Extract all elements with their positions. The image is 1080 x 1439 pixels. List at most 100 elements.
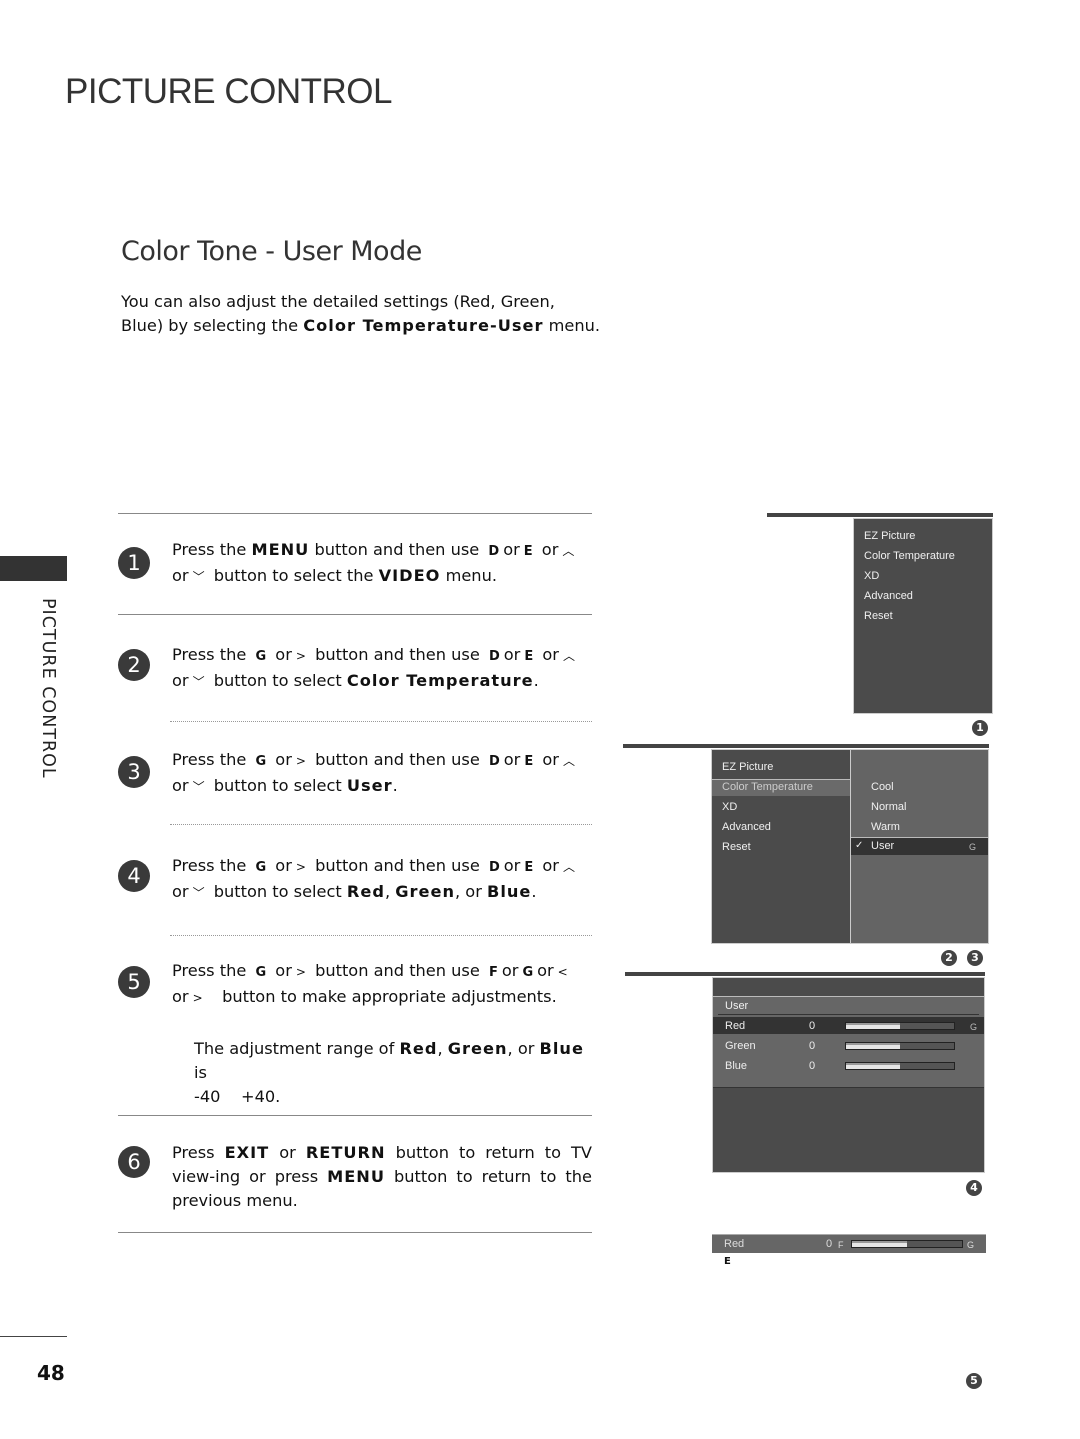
page-title: PICTURE CONTROL	[65, 72, 392, 111]
menu-item-reset[interactable]: Reset	[722, 841, 751, 853]
channel-value: 0	[809, 1020, 816, 1032]
menu-item-xd[interactable]: XD	[722, 801, 737, 813]
menu-item-color-temperature[interactable]: Color Temperature	[864, 550, 955, 562]
step-number-badge: 4	[118, 860, 150, 892]
step-number-badge: 2	[118, 649, 150, 681]
caret-up-icon: ︿	[562, 544, 575, 558]
step-number-badge: 1	[118, 547, 150, 579]
menu-item-color-temperature[interactable]: Color Temperature	[722, 781, 813, 793]
step-text: Press the G or > button and then use Dor E…	[172, 856, 575, 901]
menu-item-advanced[interactable]: Advanced	[864, 590, 913, 602]
video-menu-panel: EZ Picture Color Temperature XD Advanced…	[853, 518, 993, 714]
dotted-divider	[170, 721, 592, 722]
step-text: Press the G or > button and then use Dor E…	[172, 645, 575, 690]
caret-right-icon: >	[192, 991, 203, 1005]
screen-badge-3: 3	[967, 950, 983, 966]
divider	[118, 614, 592, 615]
option-user-label: User	[871, 840, 895, 852]
screen-badge-4: 4	[966, 1180, 982, 1196]
channel-slider[interactable]	[845, 1062, 955, 1070]
caret-up-icon: ︿	[562, 649, 575, 663]
channel-value: 0	[809, 1060, 816, 1072]
right-key-icon: G	[255, 965, 267, 980]
channel-row-blue[interactable]: Blue 0	[713, 1057, 984, 1074]
channel-label: Blue	[725, 1060, 748, 1072]
channel-label: Red	[725, 1020, 746, 1032]
step-text: Press the MENU button and then use Dor E …	[172, 540, 575, 585]
video-menu-panel: EZ Picture Color Temperature XD Advanced…	[711, 749, 851, 944]
caret-down-icon: ﹀	[192, 570, 205, 584]
up-key-icon: D	[488, 860, 500, 875]
adjust-slider[interactable]	[851, 1240, 963, 1248]
menu-item-ez-picture[interactable]: EZ Picture	[722, 761, 773, 773]
option-user[interactable]: ✓ User G	[851, 837, 988, 855]
adjust-value: 0	[826, 1238, 833, 1250]
osd-screen-2: EZ Picture Color Temperature XD Advanced…	[623, 744, 989, 944]
option-warm[interactable]: Warm	[871, 821, 900, 833]
left-key-icon: F	[488, 965, 498, 980]
caret-right-icon: >	[295, 754, 306, 768]
step-text: Press the G or > button and then use For G…	[172, 961, 568, 1006]
step-number-badge: 6	[118, 1146, 150, 1178]
caret-left-icon: <	[557, 965, 568, 979]
right-key-icon: G	[970, 1022, 978, 1032]
footer-divider	[0, 1336, 67, 1337]
right-key-icon: G	[255, 860, 267, 875]
up-key-icon: D	[488, 544, 500, 559]
adjust-label: Red	[724, 1238, 745, 1250]
left-key-icon: F	[838, 1240, 844, 1250]
menu-item-ez-picture[interactable]: EZ Picture	[864, 530, 915, 542]
intro-text-end: menu.	[543, 316, 601, 335]
down-key-icon: E	[524, 649, 534, 664]
up-key-icon: D	[488, 754, 500, 769]
step-text: Press EXIT or RETURN button to return to…	[172, 1143, 592, 1210]
down-key-icon: E	[523, 544, 533, 559]
osd-screen-1: EZ Picture Color Temperature XD Advanced…	[767, 513, 993, 714]
step-number-badge: 3	[118, 756, 150, 788]
option-cool[interactable]: Cool	[871, 781, 894, 793]
channel-row-red[interactable]: Red 0 G	[713, 1017, 984, 1034]
down-key-icon: E	[724, 1256, 731, 1267]
intro-bold: Color Temperature-User	[303, 316, 544, 335]
section-title: Color Tone - User Mode	[121, 236, 422, 267]
caret-down-icon: ﹀	[192, 886, 205, 900]
osd-screen-3: User Red 0 G Green 0 Blue 0	[625, 972, 985, 1174]
channel-slider[interactable]	[845, 1042, 955, 1050]
menu-item-reset[interactable]: Reset	[864, 610, 893, 622]
menu-item-xd[interactable]: XD	[864, 570, 879, 582]
right-key-icon: G	[255, 649, 267, 664]
channel-slider[interactable]	[845, 1022, 955, 1030]
divider	[118, 1232, 592, 1233]
divider	[118, 513, 592, 514]
color-temperature-submenu: Cool Normal Warm ✓ User G	[850, 749, 989, 944]
step-text: Press the G or > button and then use Dor E…	[172, 750, 575, 795]
dotted-divider	[170, 935, 592, 936]
caret-down-icon: ﹀	[192, 675, 205, 689]
dotted-divider	[170, 824, 592, 825]
right-key-icon: G	[255, 754, 267, 769]
sidebar-tab-marker	[0, 556, 67, 581]
right-key-icon: G	[522, 965, 534, 980]
right-key-icon: G	[969, 842, 977, 852]
check-icon: ✓	[855, 840, 864, 851]
option-normal[interactable]: Normal	[871, 801, 906, 813]
osd-top-bar	[623, 744, 989, 748]
down-key-icon: E	[524, 860, 534, 875]
right-key-icon: G	[967, 1240, 975, 1250]
page-number: 48	[37, 1361, 65, 1385]
sidebar-section-label: PICTURE CONTROL	[38, 598, 58, 779]
caret-up-icon: ︿	[562, 754, 575, 768]
screen-badge-1: 1	[972, 720, 988, 736]
channel-row-green[interactable]: Green 0	[713, 1037, 984, 1054]
caret-right-icon: >	[295, 649, 306, 663]
user-panel-title: User	[725, 1000, 749, 1012]
user-panel: User Red 0 G Green 0 Blue 0	[713, 996, 984, 1088]
caret-right-icon: >	[295, 965, 306, 979]
up-key-icon: D	[488, 649, 500, 664]
screen-badge-2: 2	[941, 950, 957, 966]
range-note: The adjustment range of Red, Green, or B…	[194, 1039, 584, 1106]
range-value: -40 +40.	[194, 1087, 281, 1106]
caret-up-icon: ︿	[562, 860, 575, 874]
adjust-bar[interactable]: Red 0 F G	[712, 1234, 986, 1253]
menu-item-advanced[interactable]: Advanced	[722, 821, 771, 833]
